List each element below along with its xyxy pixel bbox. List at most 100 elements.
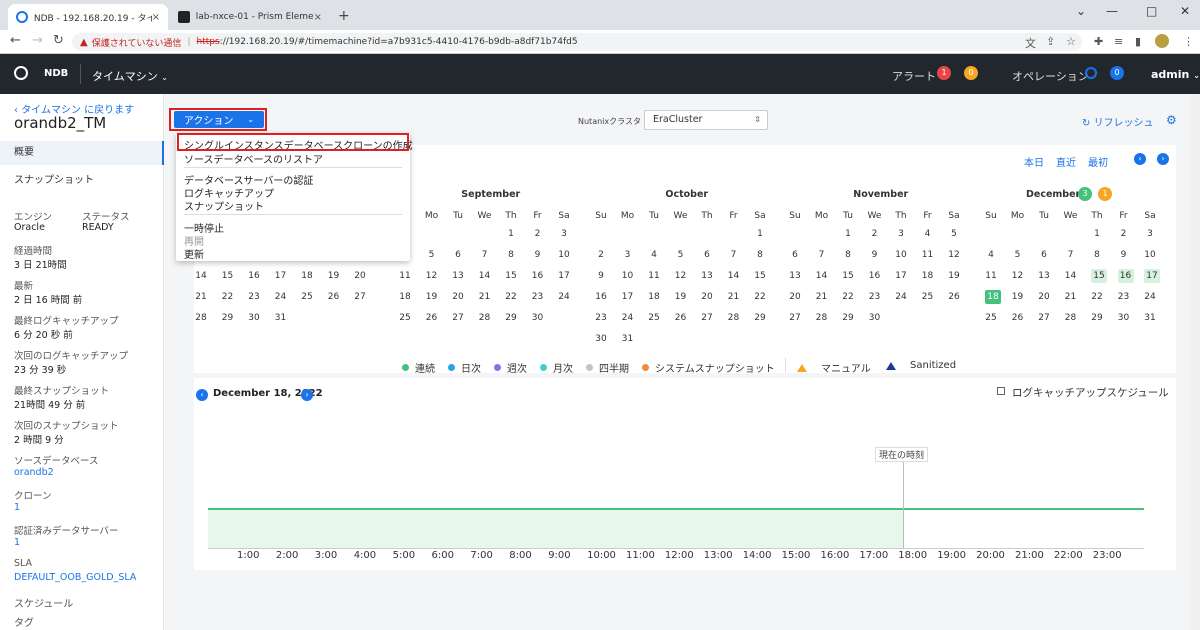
calendar-day[interactable]: 6 bbox=[782, 250, 808, 260]
calendar-day[interactable]: 26 bbox=[668, 313, 694, 323]
calendar-day[interactable]: 23 bbox=[525, 292, 551, 302]
timeline-next-icon[interactable]: › bbox=[301, 389, 313, 401]
calendar-day[interactable]: 28 bbox=[721, 313, 747, 323]
calendar-day[interactable]: 14 bbox=[472, 271, 498, 281]
calendar-day[interactable]: 23 bbox=[862, 292, 888, 302]
calendar-day[interactable]: 27 bbox=[782, 313, 808, 323]
side-panel-icon[interactable]: ▮ bbox=[1135, 35, 1141, 48]
calendar-day[interactable]: 25 bbox=[392, 313, 418, 323]
calendar-day[interactable]: 2 bbox=[862, 229, 888, 239]
calendar-day[interactable]: 24 bbox=[615, 313, 641, 323]
calendar-day[interactable]: 24 bbox=[551, 292, 577, 302]
calendar-day[interactable]: 18 bbox=[294, 271, 320, 281]
calendar-day[interactable]: 22 bbox=[835, 292, 861, 302]
authorized-servers-link[interactable]: 1 bbox=[14, 537, 20, 548]
close-icon[interactable]: × bbox=[152, 12, 160, 23]
calendar-day[interactable]: 16 bbox=[241, 271, 267, 281]
calendar-day[interactable]: 5 bbox=[668, 250, 694, 260]
menu-item-update[interactable]: 更新 bbox=[184, 246, 204, 261]
sla-link[interactable]: DEFAULT_OOB_GOLD_SLA bbox=[14, 572, 136, 583]
calendar-day[interactable]: 24 bbox=[1137, 292, 1163, 302]
reading-list-icon[interactable]: ≡ bbox=[1114, 35, 1123, 48]
calendar-day[interactable]: 19 bbox=[321, 271, 347, 281]
browser-tab-prism[interactable]: lab-nxce-01 - Prism Element × bbox=[170, 4, 330, 30]
calendar-day[interactable]: 9 bbox=[525, 250, 551, 260]
forward-arrow-icon[interactable]: → bbox=[32, 33, 43, 48]
alerts-warning-badge[interactable]: 0 bbox=[964, 66, 978, 80]
calendar-day[interactable]: 29 bbox=[747, 313, 773, 323]
user-menu[interactable]: admin ⌄ bbox=[1151, 68, 1200, 81]
close-icon[interactable]: × bbox=[314, 12, 322, 23]
alerts-critical-badge[interactable]: 1 bbox=[937, 66, 951, 80]
calendar-day[interactable]: 21 bbox=[809, 292, 835, 302]
calendar-day[interactable]: 30 bbox=[241, 313, 267, 323]
calendar-day[interactable]: 3 bbox=[551, 229, 577, 239]
calendar-day[interactable]: 18 bbox=[641, 292, 667, 302]
tab-search-icon[interactable]: ⌄ bbox=[1076, 4, 1086, 18]
calendar-day[interactable]: 18 bbox=[985, 290, 1001, 304]
calendar-day[interactable]: 17 bbox=[888, 271, 914, 281]
calendar-day[interactable]: 24 bbox=[268, 292, 294, 302]
calendar-day[interactable]: 31 bbox=[615, 334, 641, 344]
calendar-day[interactable]: 16 bbox=[588, 292, 614, 302]
calendar-first-link[interactable]: 最初 bbox=[1088, 154, 1108, 169]
calendar-day[interactable]: 19 bbox=[1005, 292, 1031, 302]
calendar-day[interactable]: 8 bbox=[1084, 250, 1110, 260]
calendar-day[interactable]: 12 bbox=[941, 250, 967, 260]
sidebar-item-snapshots[interactable]: スナップショット bbox=[0, 169, 164, 193]
calendar-day[interactable]: 21 bbox=[1058, 292, 1084, 302]
back-arrow-icon[interactable]: ← bbox=[10, 33, 21, 48]
calendar-day[interactable]: 17 bbox=[1144, 269, 1160, 283]
calendar-day[interactable]: 6 bbox=[694, 250, 720, 260]
clones-link[interactable]: 1 bbox=[14, 502, 20, 513]
calendar-day[interactable]: 5 bbox=[419, 250, 445, 260]
calendar-day[interactable]: 22 bbox=[747, 292, 773, 302]
cluster-select[interactable]: EraCluster ⇕ bbox=[644, 110, 768, 130]
calendar-day[interactable]: 23 bbox=[588, 313, 614, 323]
reload-icon[interactable]: ↻ bbox=[53, 33, 64, 48]
calendar-day[interactable]: 15 bbox=[1091, 269, 1107, 283]
calendar-day[interactable]: 8 bbox=[498, 250, 524, 260]
calendar-day[interactable]: 23 bbox=[1111, 292, 1137, 302]
sidebar-item-summary[interactable]: 概要 bbox=[0, 141, 164, 165]
refresh-button[interactable]: ↻ リフレッシュ bbox=[1082, 114, 1154, 129]
calendar-day[interactable]: 13 bbox=[445, 271, 471, 281]
calendar-day[interactable]: 5 bbox=[941, 229, 967, 239]
calendar-day[interactable]: 8 bbox=[835, 250, 861, 260]
calendar-day[interactable]: 15 bbox=[215, 271, 241, 281]
schedule-section[interactable]: スケジュール bbox=[14, 595, 73, 610]
calendar-day[interactable]: 21 bbox=[472, 292, 498, 302]
calendar-day[interactable]: 29 bbox=[498, 313, 524, 323]
calendar-day[interactable]: 1 bbox=[747, 229, 773, 239]
extensions-icon[interactable]: ✚ bbox=[1094, 35, 1103, 48]
calendar-day[interactable]: 3 bbox=[615, 250, 641, 260]
calendar-day[interactable]: 31 bbox=[1137, 313, 1163, 323]
calendar-day[interactable]: 30 bbox=[1111, 313, 1137, 323]
new-tab-button[interactable]: + bbox=[338, 8, 350, 24]
translate-icon[interactable]: 文 bbox=[1025, 35, 1036, 51]
calendar-day[interactable]: 27 bbox=[1031, 313, 1057, 323]
calendar-day[interactable]: 7 bbox=[472, 250, 498, 260]
calendar-day[interactable]: 22 bbox=[1084, 292, 1110, 302]
operations-badge[interactable]: 0 bbox=[1110, 66, 1124, 80]
calendar-day[interactable]: 10 bbox=[1137, 250, 1163, 260]
calendar-day[interactable]: 10 bbox=[551, 250, 577, 260]
calendar-day[interactable]: 18 bbox=[915, 271, 941, 281]
action-button[interactable]: アクション ⌄ bbox=[174, 111, 264, 128]
calendar-day[interactable]: 21 bbox=[721, 292, 747, 302]
calendar-day[interactable]: 13 bbox=[782, 271, 808, 281]
calendar-day[interactable]: 26 bbox=[1005, 313, 1031, 323]
minimize-icon[interactable]: — bbox=[1106, 4, 1118, 18]
calendar-day[interactable]: 14 bbox=[809, 271, 835, 281]
close-window-icon[interactable]: ✕ bbox=[1180, 4, 1190, 18]
calendar-day[interactable]: 1 bbox=[1084, 229, 1110, 239]
calendar-day[interactable]: 28 bbox=[188, 313, 214, 323]
calendar-day[interactable]: 17 bbox=[551, 271, 577, 281]
calendar-day[interactable]: 24 bbox=[888, 292, 914, 302]
calendar-day[interactable]: 20 bbox=[1031, 292, 1057, 302]
calendar-day[interactable]: 10 bbox=[615, 271, 641, 281]
calendar-day[interactable]: 22 bbox=[498, 292, 524, 302]
calendar-day[interactable]: 1 bbox=[835, 229, 861, 239]
calendar-day[interactable]: 25 bbox=[641, 313, 667, 323]
calendar-day[interactable]: 2 bbox=[1111, 229, 1137, 239]
